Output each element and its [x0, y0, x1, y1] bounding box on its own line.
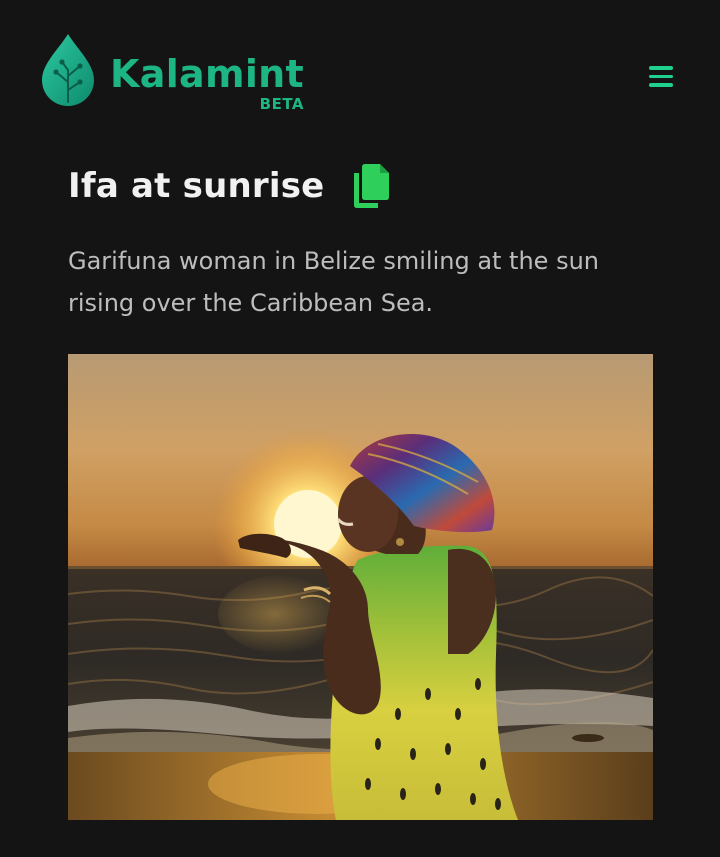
hamburger-menu-icon[interactable]	[648, 66, 675, 90]
page: Kalamint BETA Ifa at sunrise Garifuna wo…	[0, 0, 720, 857]
menu-bar	[649, 66, 673, 70]
menu-bar	[649, 83, 673, 87]
logo-link[interactable]: Kalamint BETA	[40, 32, 304, 113]
nft-description: Garifuna woman in Belize smiling at the …	[68, 247, 599, 317]
leaf-circuit-icon	[42, 34, 94, 106]
site-header: Kalamint BETA	[0, 0, 720, 140]
page-title: Ifa at sunrise	[68, 166, 325, 206]
menu-bar	[649, 74, 673, 78]
copy-icon[interactable]	[350, 163, 390, 209]
beta-badge: BETA	[259, 95, 304, 113]
logo-text: Kalamint BETA	[110, 54, 304, 113]
title-row: Ifa at sunrise	[68, 162, 390, 210]
nft-artwork-image[interactable]	[68, 354, 653, 820]
brand-name: Kalamint	[110, 52, 304, 96]
woman-at-sunrise-photo	[68, 354, 653, 820]
